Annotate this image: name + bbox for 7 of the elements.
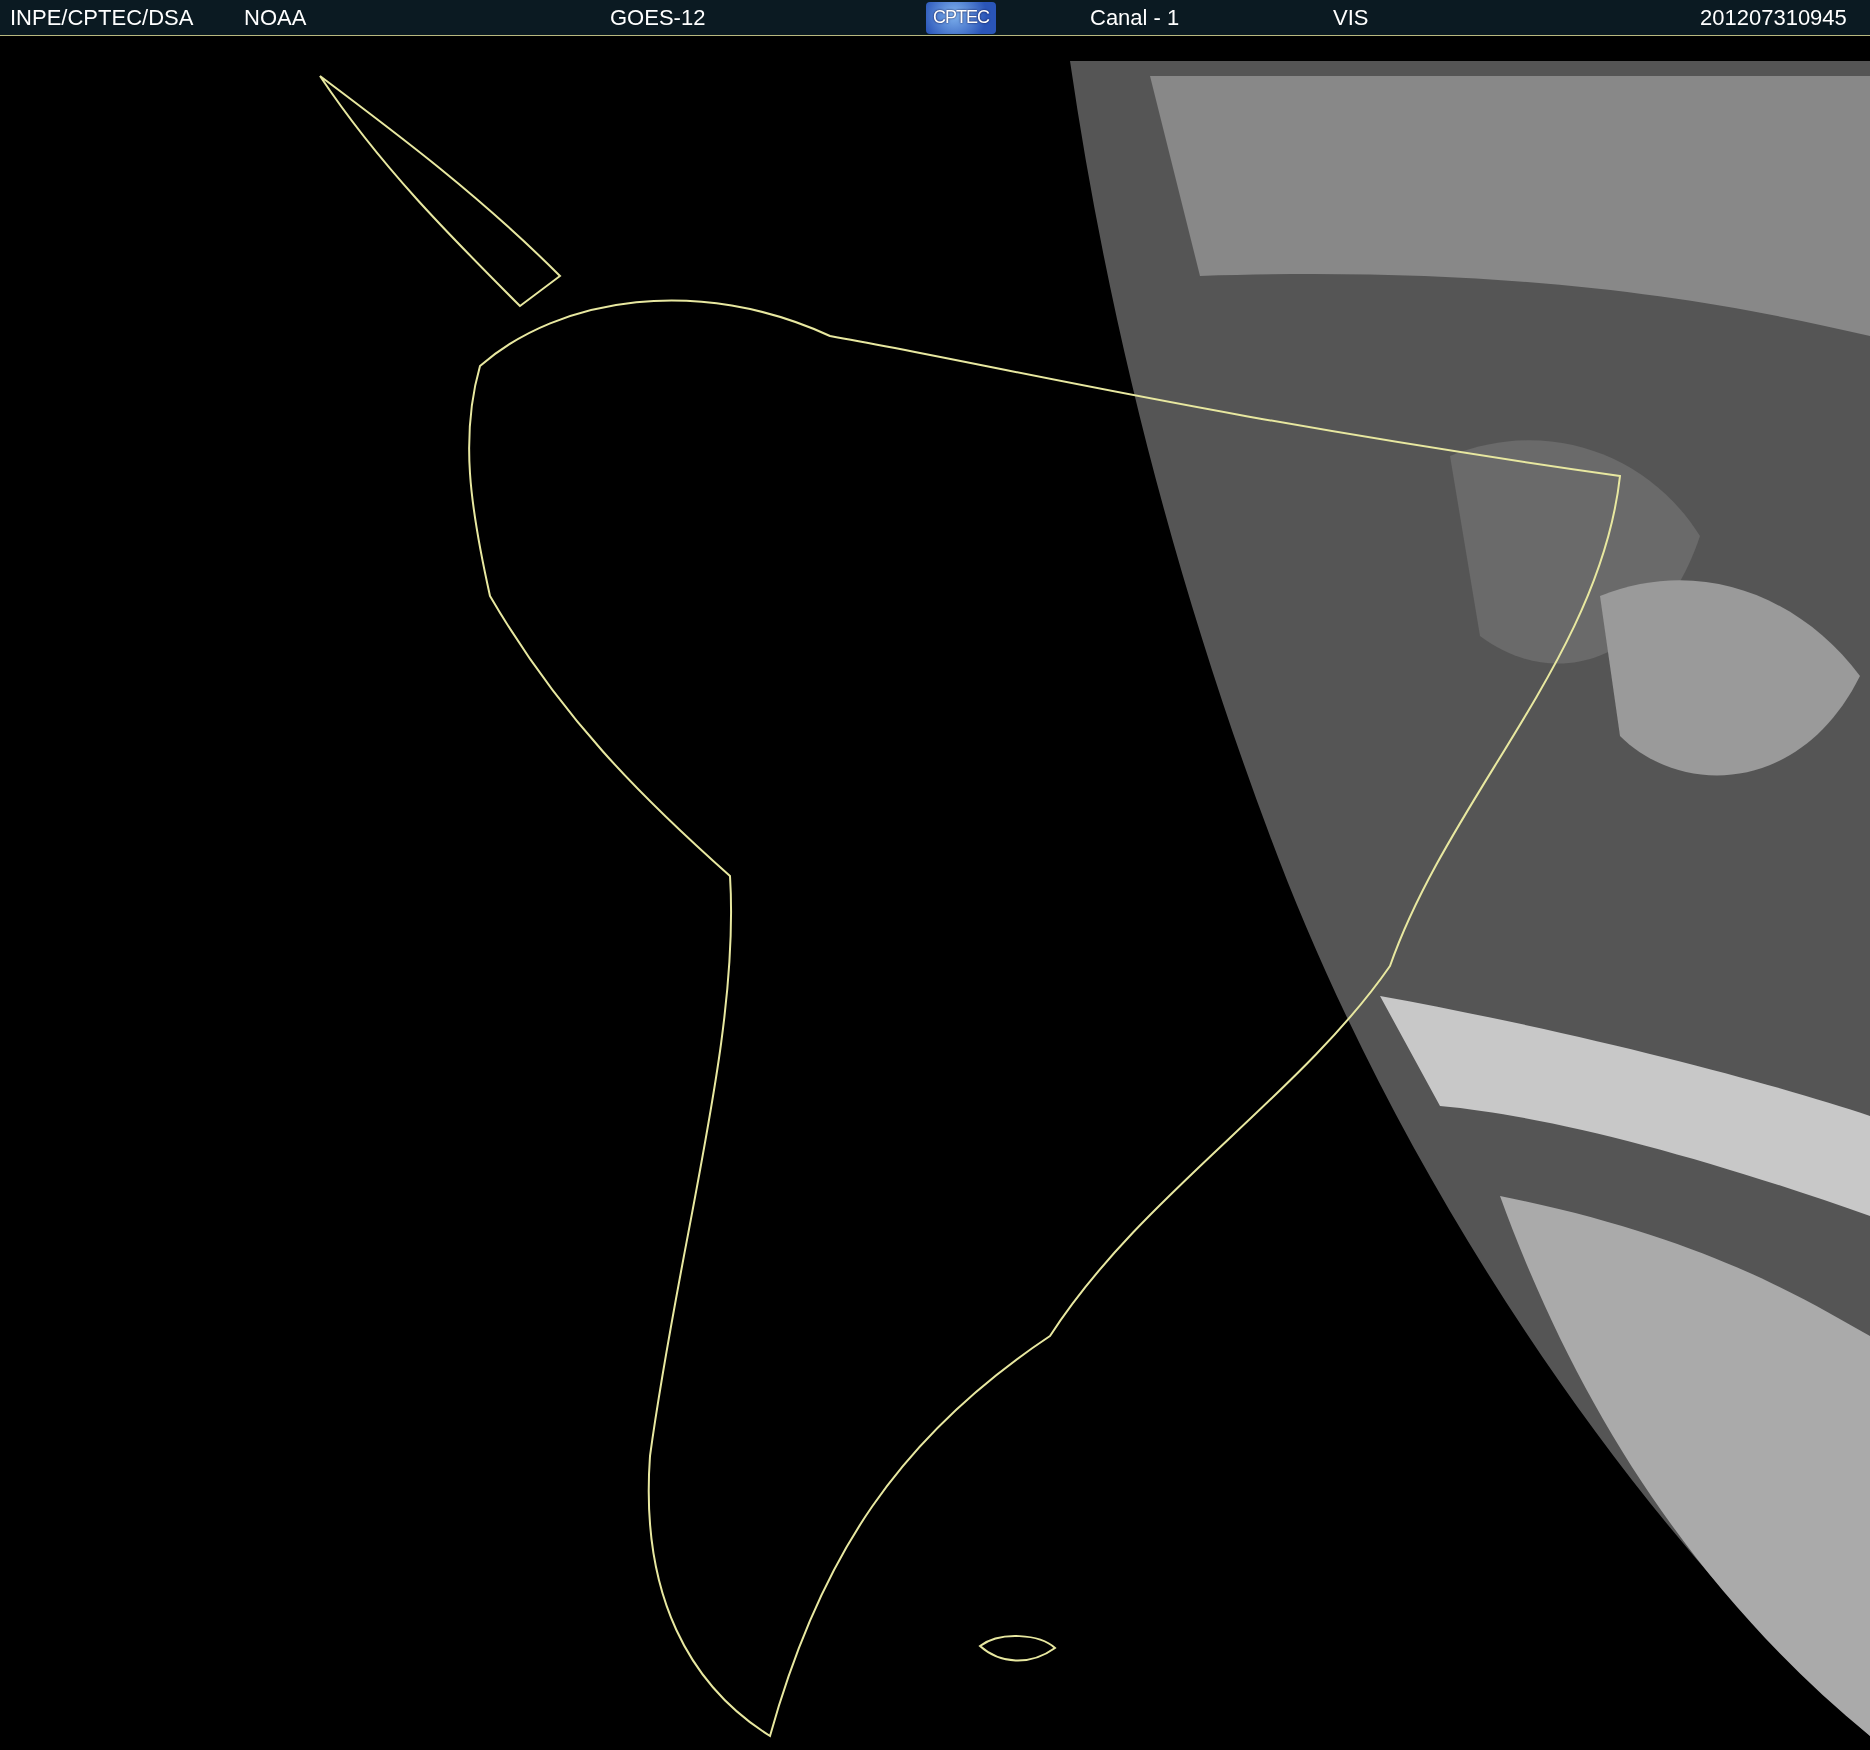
source-label: INPE/CPTEC/DSA (10, 4, 195, 31)
band-label: VIS (1333, 4, 1370, 31)
logo: CPTEC (926, 1, 996, 34)
satellite-label: GOES-12 (610, 4, 707, 31)
channel-label: Canal - 1 (1090, 4, 1181, 31)
agency-label: NOAA (244, 4, 308, 31)
timestamp-label: 201207310945 (1700, 4, 1847, 31)
